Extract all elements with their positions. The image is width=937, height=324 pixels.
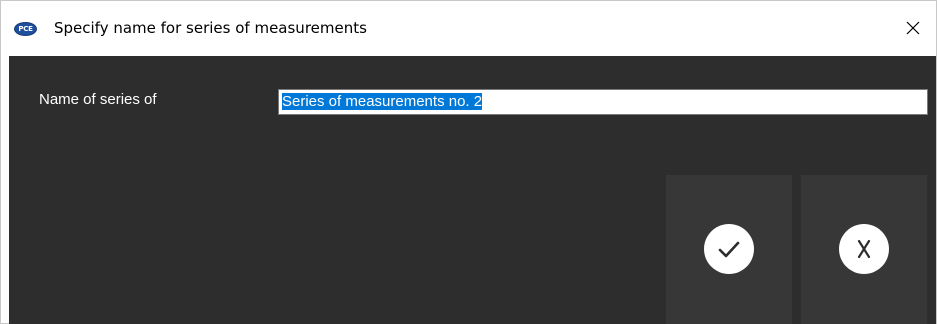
x-icon: [857, 239, 871, 259]
title-bar[interactable]: PCE Specify name for series of measureme…: [1, 1, 936, 56]
confirm-circle: [704, 224, 754, 274]
cancel-button[interactable]: [801, 175, 927, 324]
close-button[interactable]: [890, 1, 936, 56]
cancel-circle: [839, 224, 889, 274]
series-name-input[interactable]: Series of measurements no. 2: [278, 89, 928, 115]
dialog-window: PCE Specify name for series of measureme…: [0, 0, 937, 324]
close-icon: [906, 21, 920, 35]
series-name-label: Name of series of: [39, 91, 157, 108]
window-title: Specify name for series of measurements: [54, 19, 367, 37]
confirm-button[interactable]: [666, 175, 792, 324]
pce-logo-icon: PCE: [14, 22, 37, 36]
series-name-input-value: Series of measurements no. 2: [282, 93, 483, 110]
dialog-content: Name of series of Series of measurements…: [9, 56, 936, 324]
app-icon-text: PCE: [18, 25, 33, 33]
checkmark-icon: [718, 241, 740, 258]
